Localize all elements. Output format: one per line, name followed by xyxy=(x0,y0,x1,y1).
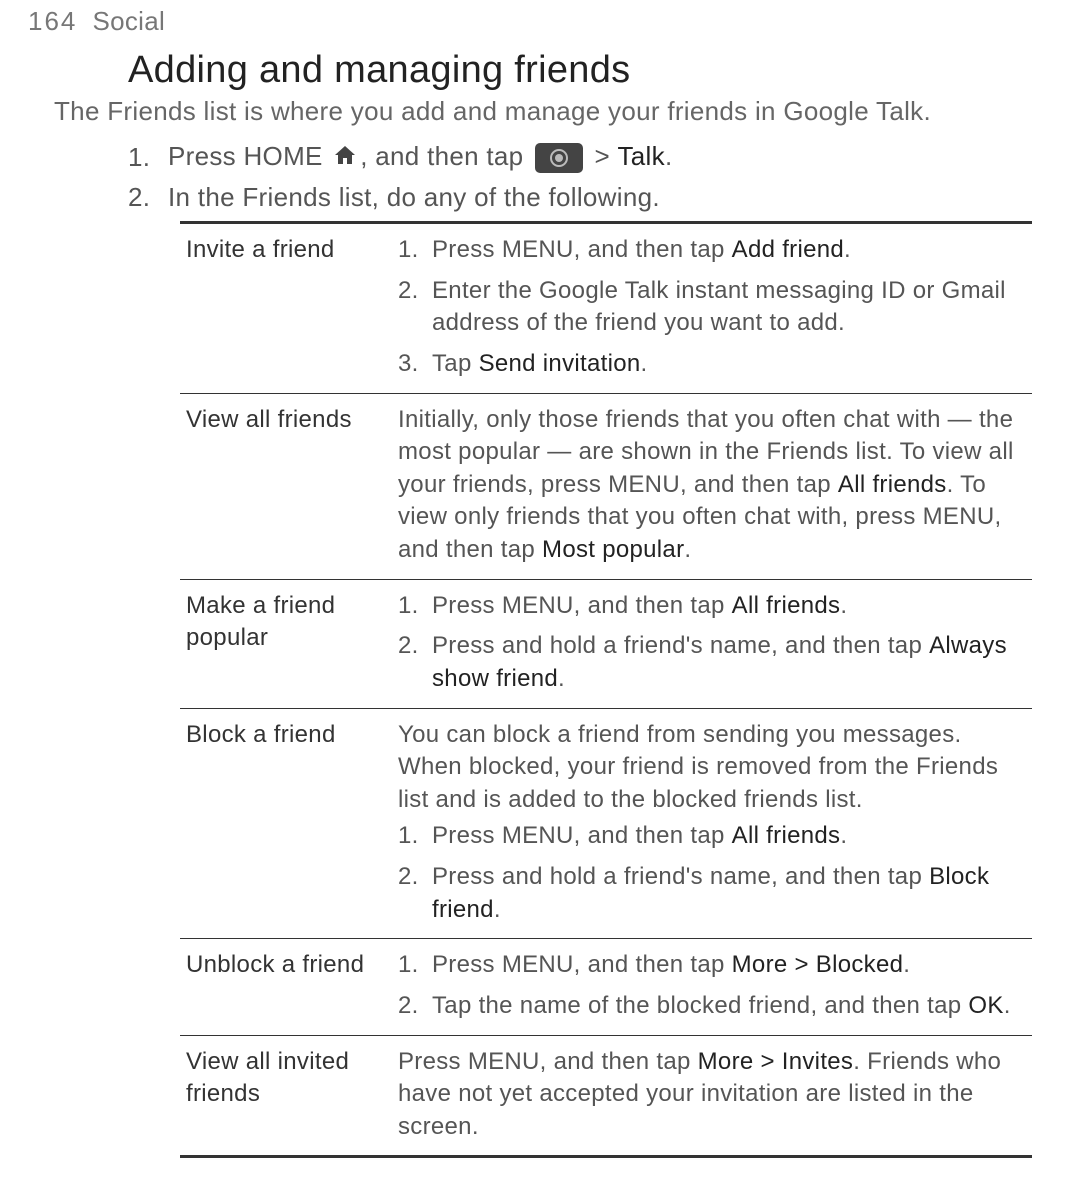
table-row: Unblock a friend 1. Press MENU, and then… xyxy=(180,939,1032,1035)
page-title: Adding and managing friends xyxy=(128,49,1052,92)
table-row: Invite a friend 1. Press MENU, and then … xyxy=(180,223,1032,394)
table-row: Block a friend You can block a friend fr… xyxy=(180,708,1032,939)
table-row: Make a friend popular 1. Press MENU, and… xyxy=(180,579,1032,708)
section-name: Social xyxy=(92,6,165,36)
row-label: View all friends xyxy=(180,393,392,579)
intro-text: The Friends list is where you add and ma… xyxy=(54,94,1052,129)
friends-actions-table: Invite a friend 1. Press MENU, and then … xyxy=(180,221,1032,1158)
running-header: 164 Social xyxy=(28,6,1052,37)
row-label: Block a friend xyxy=(180,708,392,939)
row-label: Invite a friend xyxy=(180,223,392,394)
apps-button-icon xyxy=(535,143,583,173)
step-1: 1. Press HOME , and then tap > Talk. xyxy=(128,141,1052,174)
page-number: 164 xyxy=(28,6,77,36)
step-list: 1. Press HOME , and then tap > Talk. 2. … xyxy=(128,141,1052,213)
table-row: View all friends Initially, only those f… xyxy=(180,393,1032,579)
table-row: View all invited friends Press MENU, and… xyxy=(180,1035,1032,1157)
row-label: Make a friend popular xyxy=(180,579,392,708)
row-label: View all invited friends xyxy=(180,1035,392,1157)
step-2: 2. In the Friends list, do any of the fo… xyxy=(128,182,1052,213)
row-label: Unblock a friend xyxy=(180,939,392,1035)
home-icon xyxy=(332,143,358,174)
